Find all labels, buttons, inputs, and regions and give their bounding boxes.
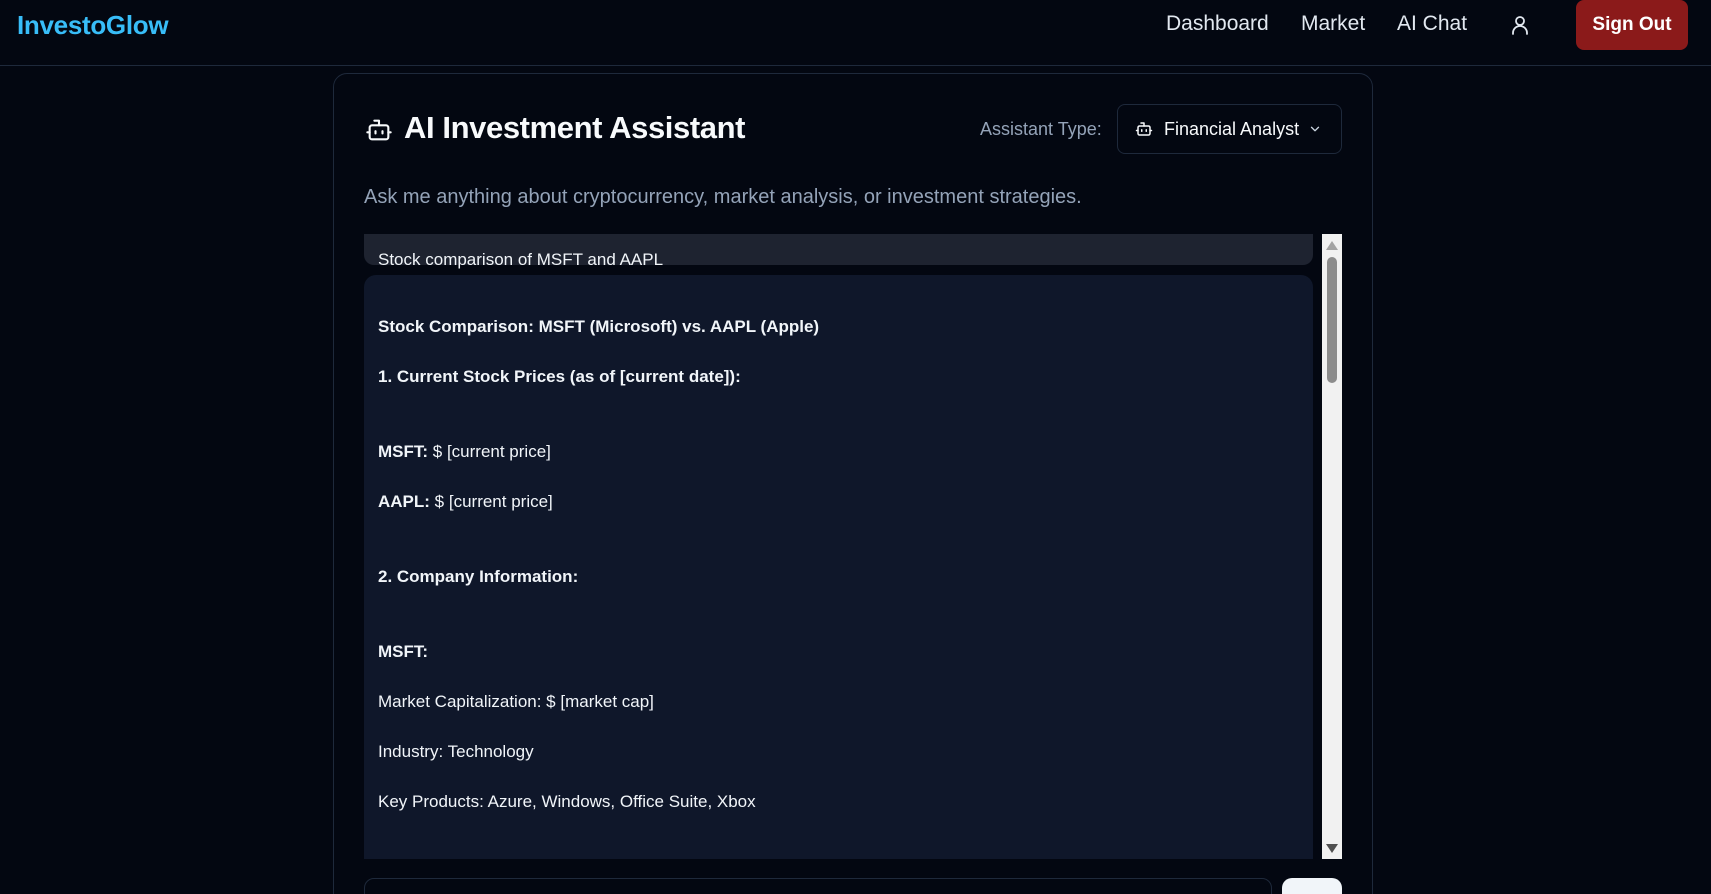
ai-msft-label: MSFT: [378, 642, 429, 661]
assistant-type-value: Financial Analyst [1164, 118, 1300, 139]
chat-scrollbar[interactable] [1322, 234, 1342, 859]
top-navigation: InvestoGlow Dashboard Market AI Chat Sig… [0, 0, 1711, 66]
scroll-up-arrow-icon[interactable] [1326, 241, 1338, 250]
scrollbar-thumb[interactable] [1327, 257, 1337, 383]
assistant-type-label: Assistant Type: [980, 119, 1102, 139]
ai-message: Stock Comparison: MSFT (Microsoft) vs. A… [364, 275, 1313, 859]
ai-market-cap: Market Capitalization: $ [market cap] [378, 692, 654, 711]
ai-aapl-price: AAPL: $ [current price] [378, 492, 553, 511]
nav-market[interactable]: Market [1301, 12, 1365, 36]
sign-out-button[interactable]: Sign Out [1576, 0, 1688, 50]
ai-heading: Stock Comparison: MSFT (Microsoft) vs. A… [378, 317, 820, 336]
scroll-down-arrow-icon[interactable] [1326, 844, 1338, 853]
chat-messages[interactable]: Stock comparison of MSFT and AAPL Stock … [364, 234, 1342, 859]
ai-key-products: Key Products: Azure, Windows, Office Sui… [378, 792, 756, 811]
ai-section-prices: 1. Current Stock Prices (as of [current … [378, 367, 741, 386]
page-title: AI Investment Assistant [404, 110, 746, 145]
user-icon[interactable] [1508, 13, 1532, 37]
ai-industry: Industry: Technology [378, 742, 534, 761]
chat-input[interactable] [364, 878, 1272, 894]
bot-icon [1135, 120, 1153, 138]
ai-msft-price: MSFT: $ [current price] [378, 442, 551, 461]
ai-section-company: 2. Company Information: [378, 567, 579, 586]
nav-dashboard[interactable]: Dashboard [1166, 12, 1269, 36]
assistant-type-select[interactable]: Financial Analyst [1117, 104, 1342, 154]
send-button[interactable] [1282, 878, 1342, 894]
brand-logo[interactable]: InvestoGlow [17, 10, 169, 41]
assistant-subtitle: Ask me anything about cryptocurrency, ma… [364, 186, 1082, 208]
nav-ai-chat[interactable]: AI Chat [1397, 12, 1467, 36]
user-message: Stock comparison of MSFT and AAPL [364, 234, 1313, 268]
chevron-down-icon [1308, 122, 1322, 136]
bot-icon [365, 116, 393, 144]
